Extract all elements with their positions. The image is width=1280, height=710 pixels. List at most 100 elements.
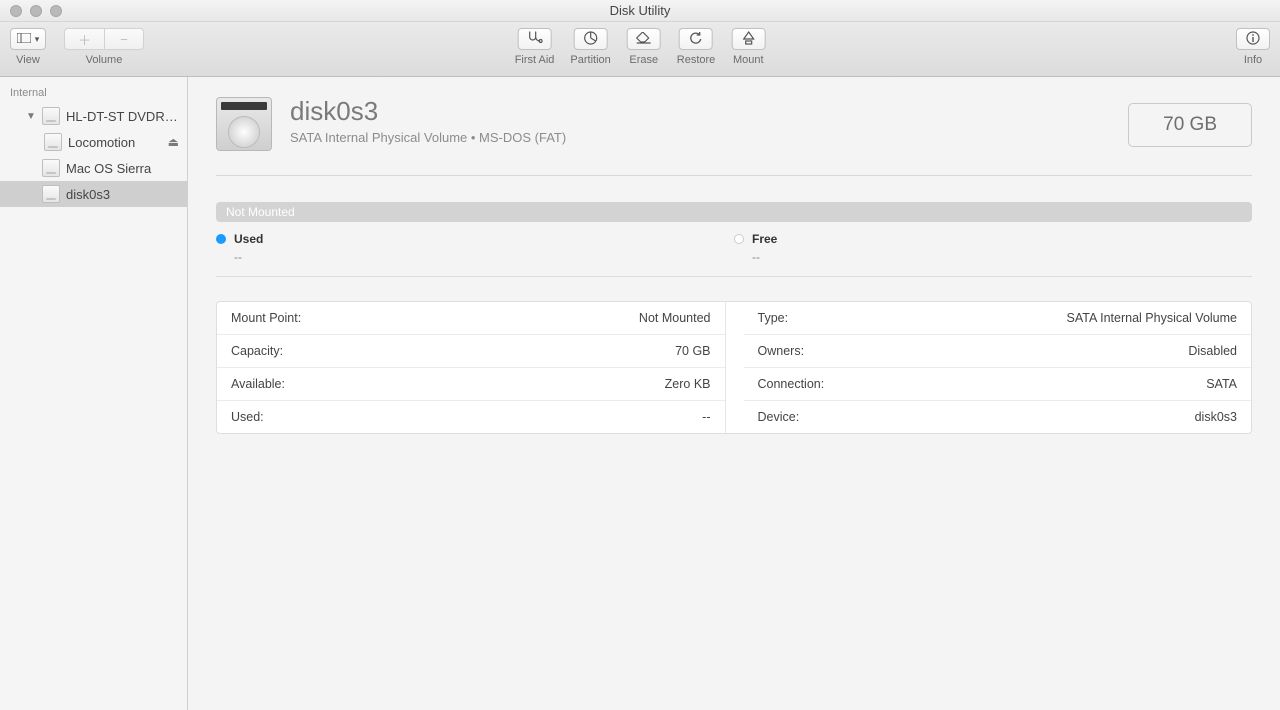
detail-key: Device: (758, 410, 800, 424)
used-label: Used (234, 232, 263, 246)
sidebar-item-label: Locomotion (68, 135, 162, 150)
usage-section: Not Mounted Used -- Free (216, 176, 1252, 277)
usage-bar: Not Mounted (216, 202, 1252, 222)
detail-value: Zero KB (665, 377, 711, 391)
detail-value: SATA (1206, 377, 1237, 391)
used-value: -- (216, 250, 734, 264)
detail-key: Available: (231, 377, 285, 391)
toolbar: ▾ View ＋ − Volume (0, 22, 1280, 77)
volume-header: disk0s3 SATA Internal Physical Volume • … (216, 97, 1252, 176)
sidebar-item[interactable]: disk0s3 (0, 181, 187, 207)
view-label: View (16, 54, 40, 66)
volume-group: ＋ − Volume (64, 28, 144, 66)
zoom-dot[interactable] (50, 5, 62, 17)
free-label: Free (752, 232, 777, 246)
minimize-dot[interactable] (30, 5, 42, 17)
restore-button[interactable] (679, 28, 713, 50)
sidebar-item-label: HL-DT-ST DVDR… (66, 109, 179, 124)
info-button[interactable] (1236, 28, 1270, 50)
legend-free: Free -- (734, 232, 1252, 264)
detail-row: Capacity:70 GB (217, 335, 725, 368)
toolbar-right: Info (1236, 28, 1270, 66)
restore-arrow-icon (689, 31, 703, 48)
sidebar: Internal ▼HL-DT-ST DVDR…Locomotion⏏Mac O… (0, 77, 188, 710)
main: disk0s3 SATA Internal Physical Volume • … (188, 77, 1280, 710)
volume-add-icon: ＋ (78, 30, 91, 49)
sidebar-item-label: Mac OS Sierra (66, 161, 179, 176)
partition-button[interactable] (574, 28, 608, 50)
info-icon (1246, 31, 1260, 48)
view-button[interactable]: ▾ (10, 28, 46, 50)
detail-row: Available: Zero KB (217, 368, 725, 401)
detail-value: Not Mounted (639, 311, 711, 325)
first-aid-label: First Aid (515, 54, 555, 66)
disk-icon (42, 107, 60, 125)
volume-add-button[interactable]: ＋ (64, 28, 104, 50)
detail-row: Device: disk0s3 (744, 401, 1252, 433)
usage-legend: Used -- Free -- (216, 232, 1252, 264)
titlebar: Disk Utility (0, 0, 1280, 22)
details-table: Mount Point:Not MountedCapacity:70 GBAva… (216, 301, 1252, 434)
sidebar-tree: ▼ HL-DT-ST DVDR… Locomotion ⏏ Mac OS Sierra d… (0, 103, 187, 207)
eraser-icon (636, 32, 652, 47)
chevron-down-icon: ▾ (35, 34, 40, 45)
detail-value: Disabled (1188, 344, 1237, 358)
free-value: -- (734, 250, 1252, 264)
window-title: Disk Utility (0, 3, 1280, 18)
detail-key: Connection: (758, 377, 825, 391)
hdd-icon (216, 97, 272, 151)
close-dot[interactable] (10, 5, 22, 17)
content: Internal ▼HL-DT-ST DVDR…Locomotion⏏Mac O… (0, 77, 1280, 710)
detail-row: Type: SATA Internal Physical Volume (744, 302, 1252, 335)
usage-bar-label: Not Mounted (226, 205, 295, 219)
detail-row: Owners: Disabled (744, 335, 1252, 368)
view-group: ▾ View (10, 28, 46, 66)
detail-row: Connection: SATA (744, 368, 1252, 401)
toolbar-center: First Aid Partition Erase (515, 28, 766, 66)
window: Disk Utility ▾ View ＋ − (0, 0, 1280, 710)
sidebar-layout-icon (17, 32, 31, 46)
mount-button[interactable] (731, 28, 765, 50)
mount-label: Mount (733, 54, 764, 66)
sidebar-item[interactable]: Mac OS Sierra (0, 155, 187, 181)
volume-subtitle: SATA Internal Physical Volume • MS-DOS (… (290, 130, 566, 145)
pie-icon (584, 31, 598, 48)
restore-label: Restore (677, 54, 716, 66)
detail-key: Capacity: (231, 344, 283, 358)
disk-icon (44, 133, 62, 151)
free-swatch-icon (734, 234, 744, 244)
first-aid-button[interactable] (518, 28, 552, 50)
sidebar-item[interactable]: ▼ HL-DT-ST DVDR… (0, 103, 187, 129)
sidebar-item[interactable]: Locomotion ⏏ (0, 129, 187, 155)
volume-title-block: disk0s3 SATA Internal Physical Volume • … (290, 97, 566, 145)
info-label: Info (1244, 54, 1262, 66)
details-col-left: Mount Point:Not MountedCapacity:70 GBAva… (217, 302, 726, 433)
volume-title: disk0s3 (290, 97, 566, 126)
disclosure-triangle-icon[interactable]: ▼ (26, 111, 36, 122)
partition-label: Partition (570, 54, 610, 66)
detail-row: Mount Point: Not Mounted (217, 302, 725, 335)
disk-icon (42, 159, 60, 177)
detail-key: Mount Point: (231, 311, 301, 325)
capacity-box: 70 GB (1128, 103, 1252, 147)
volume-remove-button[interactable]: − (104, 28, 144, 50)
detail-value: -- (702, 410, 710, 424)
detail-key: Used: (231, 410, 264, 424)
detail-key: Owners: (758, 344, 805, 358)
sidebar-item-label: disk0s3 (66, 187, 179, 202)
eject-icon[interactable]: ⏏ (168, 135, 179, 149)
detail-row: Used: -- (217, 401, 725, 433)
disk-icon (42, 185, 60, 203)
mount-icon (742, 31, 754, 48)
used-swatch-icon (216, 234, 226, 244)
traffic-lights (0, 5, 62, 17)
erase-button[interactable] (627, 28, 661, 50)
detail-key: Type: (758, 311, 789, 325)
detail-value: disk0s3 (1195, 410, 1237, 424)
details-col-right: Type: SATA Internal Physical Volume Owners… (744, 302, 1252, 433)
volume-remove-icon: − (120, 32, 128, 47)
erase-label: Erase (629, 54, 658, 66)
volume-label: Volume (86, 54, 123, 66)
legend-used: Used -- (216, 232, 734, 264)
detail-value: SATA Internal Physical Volume (1067, 311, 1237, 325)
